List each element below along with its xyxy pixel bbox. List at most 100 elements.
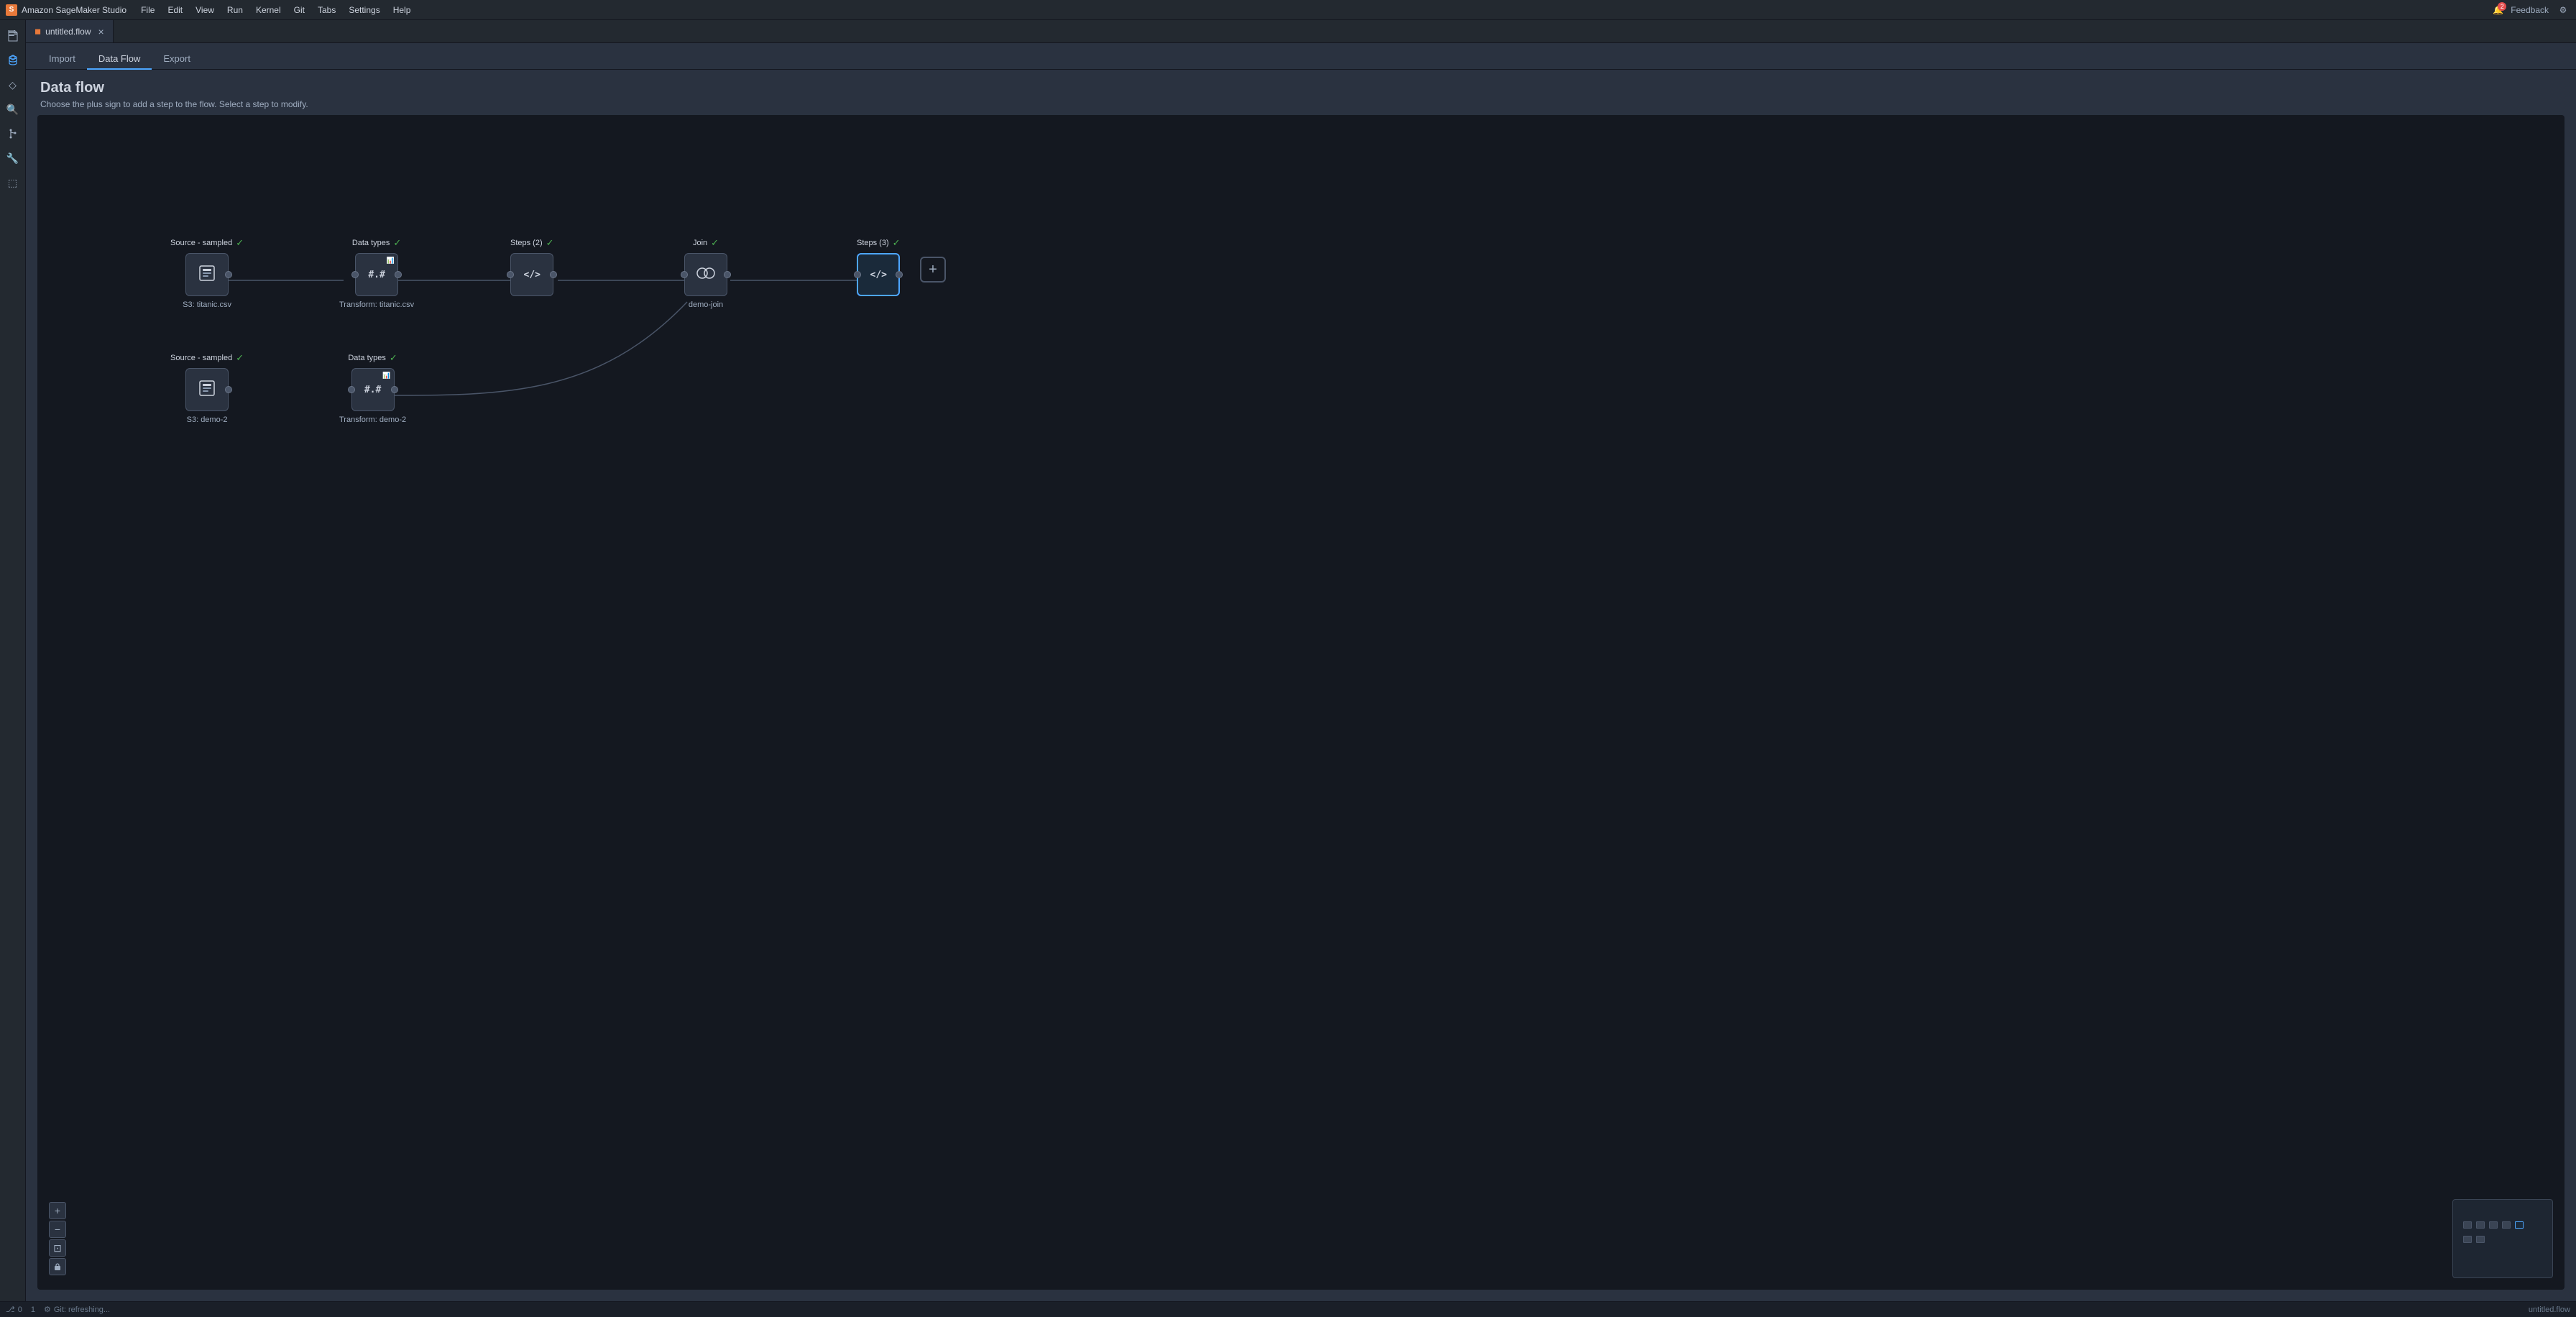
tab-bar: ◼ untitled.flow × [26,20,2576,43]
page-subtitle: Choose the plus sign to add a step to th… [40,99,2562,109]
main-layout: ◇ 🔍 🔧 ⬚ ◼ untitled.flow × Import Data Fl… [0,20,2576,1301]
node-datatypes2-sublabel: Transform: demo-2 [339,416,406,424]
node-steps3-box[interactable]: </> [857,253,900,296]
mini-map-inner [2453,1200,2552,1277]
zoom-in-button[interactable]: + [49,1202,66,1219]
mini-chart-icon-2: 📊 [382,372,390,380]
page-title: Data flow [40,80,2562,96]
node-source1-box[interactable] [185,253,229,296]
mini-node-5 [2463,1236,2472,1243]
left-sidebar: ◇ 🔍 🔧 ⬚ [0,20,26,1301]
node-datatypes1-connector-right [395,271,402,278]
sidebar-icon-search[interactable]: 🔍 [3,99,23,119]
node-join[interactable]: Join ✓ demo-join [684,237,727,309]
menu-run[interactable]: Run [221,4,249,17]
node-source1-check: ✓ [236,237,244,249]
node-source1-sublabel: S3: titanic.csv [183,300,231,309]
node-steps2-box[interactable]: </> [510,253,553,296]
flow-canvas[interactable]: Source - sampled ✓ [37,115,2564,1290]
status-bar: ⎇ 0 1 ⚙ Git: refreshing... untitled.flow [0,1301,2576,1317]
node-datatypes2-connector-right [391,386,398,393]
tab-import[interactable]: Import [37,49,87,70]
menu-kernel[interactable]: Kernel [250,4,287,17]
node-steps3-connector-left [854,271,861,278]
node-source2[interactable]: Source - sampled ✓ [170,352,244,424]
code-icon-steps3: </> [870,270,887,280]
node-datatypes1-label: Data types ✓ [352,237,402,249]
sidebar-icon-tools[interactable]: 🔧 [3,148,23,168]
status-file-text: untitled.flow [2529,1305,2570,1314]
node-steps3-check: ✓ [893,237,901,249]
sidebar-icon-git2[interactable] [3,124,23,144]
sub-tab-bar: Import Data Flow Export [26,43,2576,69]
node-datatypes1-sublabel: Transform: titanic.csv [339,300,414,309]
node-join-connector-left [681,271,688,278]
app-title: Amazon SageMaker Studio [22,5,126,15]
node-steps2[interactable]: Steps (2) ✓ </> [510,237,554,300]
sidebar-icon-extensions[interactable]: ⬚ [3,173,23,193]
topbar-right: 🔔 2 Feedback ⚙ [2493,3,2570,17]
node-steps2-connector-left [507,271,514,278]
node-steps2-label: Steps (2) ✓ [510,237,554,249]
add-step-button[interactable]: + [920,257,946,283]
node-source2-check: ✓ [236,352,244,364]
tab-export[interactable]: Export [152,49,202,70]
mini-node-6 [2476,1236,2485,1243]
node-source2-label: Source - sampled ✓ [170,352,244,364]
status-filename: untitled.flow [2529,1305,2570,1314]
node-source2-sublabel: S3: demo-2 [187,416,228,424]
tab-untitled-flow[interactable]: ◼ untitled.flow × [26,20,114,42]
status-num: 1 [31,1305,35,1314]
s3-icon-1 [197,263,217,287]
node-join-sublabel: demo-join [689,300,723,309]
data-icon-2: #.# [364,385,381,395]
global-settings-button[interactable]: ⚙ [2556,3,2570,17]
tab-close-button[interactable]: × [98,27,104,37]
menu-settings[interactable]: Settings [343,4,385,17]
node-source2-box[interactable] [185,368,229,411]
menu-edit[interactable]: Edit [162,4,188,17]
node-datatypes2-box[interactable]: 📊 #.# [351,368,395,411]
node-datatypes2-connector-left [348,386,355,393]
mini-node-4 [2515,1221,2524,1229]
node-datatypes2[interactable]: Data types ✓ 📊 #.# Transform: demo-2 [339,352,406,424]
code-icon-steps2: </> [524,270,540,280]
zoom-fit-button[interactable]: ⊡ [49,1239,66,1257]
sidebar-icon-models[interactable]: ◇ [3,75,23,95]
status-git-icon: ⚙ [44,1305,51,1314]
page-header: Import Data Flow Export [26,43,2576,70]
tab-title: untitled.flow [45,27,91,37]
sidebar-icon-data[interactable] [3,50,23,70]
menu-file[interactable]: File [135,4,160,17]
content-area: ◼ untitled.flow × Import Data Flow Expor… [26,20,2576,1301]
top-menu-bar: S Amazon SageMaker Studio File Edit View… [0,0,2576,20]
menu-tabs[interactable]: Tabs [312,4,341,17]
menu-help[interactable]: Help [387,4,417,17]
plus-icon: + [929,262,937,278]
logo-icon: S [6,4,17,16]
notification-count: 2 [2498,2,2506,11]
mini-node-1 [2476,1221,2485,1229]
menu-git[interactable]: Git [288,4,310,17]
node-steps2-check: ✓ [546,237,554,249]
app-logo: S Amazon SageMaker Studio [6,4,126,16]
node-datatypes1[interactable]: Data types ✓ 📊 #.# Transform: titanic.cs… [339,237,414,309]
node-source1-label: Source - sampled ✓ [170,237,244,249]
tab-data-flow[interactable]: Data Flow [87,49,152,70]
zoom-out-button[interactable]: − [49,1221,66,1238]
page-title-area: Data flow Choose the plus sign to add a … [26,70,2576,115]
node-source1[interactable]: Source - sampled ✓ [170,237,244,309]
feedback-button[interactable]: Feedback [2511,5,2549,15]
node-join-box[interactable] [684,253,727,296]
node-source2-connector-right [225,386,232,393]
zoom-lock-button[interactable] [49,1258,66,1275]
node-steps3[interactable]: Steps (3) ✓ </> [857,237,901,300]
sidebar-icon-files[interactable] [3,26,23,46]
notification-button[interactable]: 🔔 2 [2493,5,2503,15]
node-datatypes2-check: ✓ [390,352,397,364]
node-steps2-connector-right [550,271,557,278]
menu-view[interactable]: View [190,4,220,17]
node-datatypes1-box[interactable]: 📊 #.# [355,253,398,296]
zoom-controls: + − ⊡ [49,1202,66,1275]
status-branch: ⎇ 0 [6,1305,22,1314]
